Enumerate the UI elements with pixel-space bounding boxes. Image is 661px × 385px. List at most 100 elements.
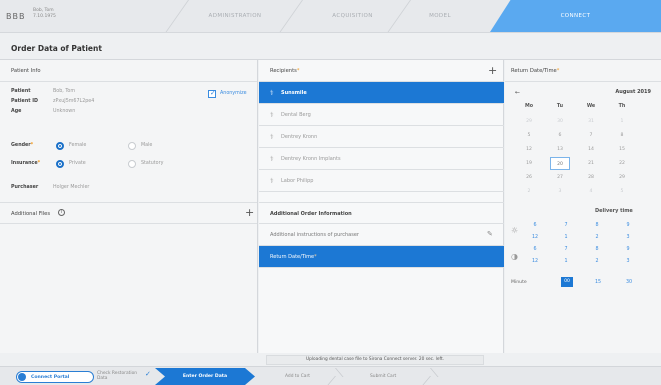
instructions-input[interactable]: Additional instructions of purchaser <box>259 224 504 246</box>
check-icon: ✓ <box>210 89 216 97</box>
minute-option-selected[interactable]: 00 <box>561 277 573 287</box>
moon-icon: ◑ <box>511 252 518 261</box>
calendar-day[interactable]: 29 <box>612 171 632 184</box>
step-add-to-cart[interactable]: Add to Cart <box>285 374 310 379</box>
radio-statutory[interactable] <box>128 160 136 168</box>
hour-option[interactable]: 6 <box>525 247 545 252</box>
hour-option[interactable]: 7 <box>556 247 576 252</box>
tooth-icon: ⚕ <box>270 89 274 97</box>
patient-info-panel: Patient Info Patient Bob, Tom Patient ID… <box>0 60 258 353</box>
connect-portal-button[interactable]: Connect Portal <box>16 371 94 383</box>
tooth-icon: ⚕ <box>270 177 274 185</box>
additional-order-heading: Additional Order Information <box>259 202 504 224</box>
recipient-item[interactable]: ⚕ Dentrey Kronn Implants <box>259 148 504 170</box>
calendar-day[interactable]: 15 <box>612 143 632 156</box>
delivery-time-label: Delivery time <box>595 208 633 214</box>
calendar-day[interactable]: 30 <box>550 115 570 128</box>
portal-icon <box>18 373 26 381</box>
calendar-day[interactable]: 31 <box>581 115 601 128</box>
calendar-day[interactable]: 1 <box>612 115 632 128</box>
hour-option[interactable]: 9 <box>618 247 638 252</box>
calendar-day[interactable]: 8 <box>612 129 632 142</box>
tab-administration[interactable]: ADMINISTRATION <box>190 0 280 32</box>
calendar-day[interactable]: 7 <box>581 129 601 142</box>
field-label: Gender* <box>11 142 51 150</box>
required-marker: * <box>37 161 41 166</box>
add-recipient-button[interactable]: + <box>488 65 497 76</box>
tab-acquisition[interactable]: ACQUISITION <box>305 0 400 32</box>
step-label: Data <box>97 376 108 381</box>
calendar-day[interactable]: 13 <box>550 143 570 156</box>
minute-option[interactable]: 15 <box>588 280 608 285</box>
recipients-heading: Recipients* <box>259 60 503 82</box>
add-file-button[interactable]: + <box>245 207 254 218</box>
hour-option[interactable]: 9 <box>618 223 638 228</box>
patient-info-heading-label: Patient Info <box>11 68 41 74</box>
calendar-day[interactable]: 26 <box>519 171 539 184</box>
field-label: Age <box>11 109 22 114</box>
calendar-day[interactable]: 5 <box>612 185 632 198</box>
recipient-item[interactable]: ⚕ Sunsmile <box>259 82 504 104</box>
info-icon[interactable]: i <box>58 209 65 216</box>
calendar-day[interactable]: 2 <box>519 185 539 198</box>
calendar-day[interactable]: 27 <box>550 171 570 184</box>
calendar-day-today[interactable]: 20 <box>550 157 570 170</box>
anonymize-checkbox[interactable]: ✓ <box>208 89 216 98</box>
hour-option[interactable]: 3 <box>618 259 638 264</box>
recipient-item[interactable]: ⚕ Dental Berg <box>259 104 504 126</box>
calendar-day[interactable]: 28 <box>581 171 601 184</box>
anonymize-label: Anonymize <box>220 91 247 96</box>
radio-female-label: Female <box>69 143 87 148</box>
return-datetime-row[interactable]: Return Date/Time* <box>259 246 504 268</box>
tab-connect[interactable]: CONNECT <box>490 0 661 32</box>
calendar-day[interactable]: 29 <box>519 115 539 128</box>
hour-option[interactable]: 6 <box>525 223 545 228</box>
calendar-day[interactable]: 19 <box>519 157 539 170</box>
step-separator <box>430 368 438 385</box>
recipients-panel: Recipients* + ⚕ Sunsmile ⚕ Dental Berg ⚕ De… <box>259 60 504 353</box>
recipient-item[interactable]: ⚕ Dentrey Kronn <box>259 126 504 148</box>
return-datetime-panel: Return Date/Time* ← August 2019 Mo Tu We… <box>505 60 661 353</box>
step-enter-order-data[interactable]: Enter Order Data <box>155 368 255 385</box>
hour-option[interactable]: 2 <box>587 259 607 264</box>
calendar-day[interactable]: 12 <box>519 143 539 156</box>
tab-model[interactable]: MODEL <box>400 0 480 32</box>
connect-portal-label: Connect Portal <box>31 375 70 380</box>
calendar-day[interactable]: 21 <box>581 157 601 170</box>
radio-private[interactable] <box>56 160 64 168</box>
field-label: Patient ID <box>11 99 38 104</box>
calendar-day[interactable]: 3 <box>550 185 570 198</box>
minute-option[interactable]: 30 <box>619 280 639 285</box>
calendar-day[interactable]: 22 <box>612 157 632 170</box>
step-submit-cart[interactable]: Submit Cart <box>370 374 396 379</box>
hour-option[interactable]: 12 <box>525 235 545 240</box>
additional-files-heading: Additional Files <box>0 202 257 224</box>
calendar-day[interactable]: 5 <box>519 129 539 142</box>
hour-option[interactable]: 3 <box>618 235 638 240</box>
hour-option[interactable]: 12 <box>525 259 545 264</box>
field-label: Purchaser <box>11 185 39 190</box>
calendar-day[interactable]: 4 <box>581 185 601 198</box>
radio-female[interactable] <box>56 142 64 150</box>
minute-label: Minute <box>511 280 527 285</box>
hour-option[interactable]: 8 <box>587 223 607 228</box>
upload-status: Uploading dental case file to Sirona Con… <box>266 355 484 365</box>
field-value: Holger Mechler <box>53 185 90 190</box>
prev-month-icon[interactable]: ← <box>515 89 520 96</box>
calendar-day[interactable]: 6 <box>550 129 570 142</box>
pencil-icon[interactable]: ✎ <box>487 230 493 238</box>
hour-option[interactable]: 1 <box>556 259 576 264</box>
step-check-restoration[interactable]: Check Restoration Data <box>97 371 137 381</box>
calendar-day[interactable]: 14 <box>581 143 601 156</box>
field-value: zPxuJ5m67L2pe4 <box>53 99 95 104</box>
recipient-item[interactable]: ⚕ Labor Philipp <box>259 170 504 192</box>
hour-option[interactable]: 2 <box>587 235 607 240</box>
radio-male-label: Male <box>141 143 153 148</box>
hour-option[interactable]: 7 <box>556 223 576 228</box>
hour-option[interactable]: 1 <box>556 235 576 240</box>
required-marker: * <box>296 68 300 74</box>
radio-male[interactable] <box>128 142 136 150</box>
return-datetime-label: Return Date/Time <box>270 254 315 260</box>
hour-option[interactable]: 8 <box>587 247 607 252</box>
tooth-icon: ⚕ <box>270 155 274 163</box>
